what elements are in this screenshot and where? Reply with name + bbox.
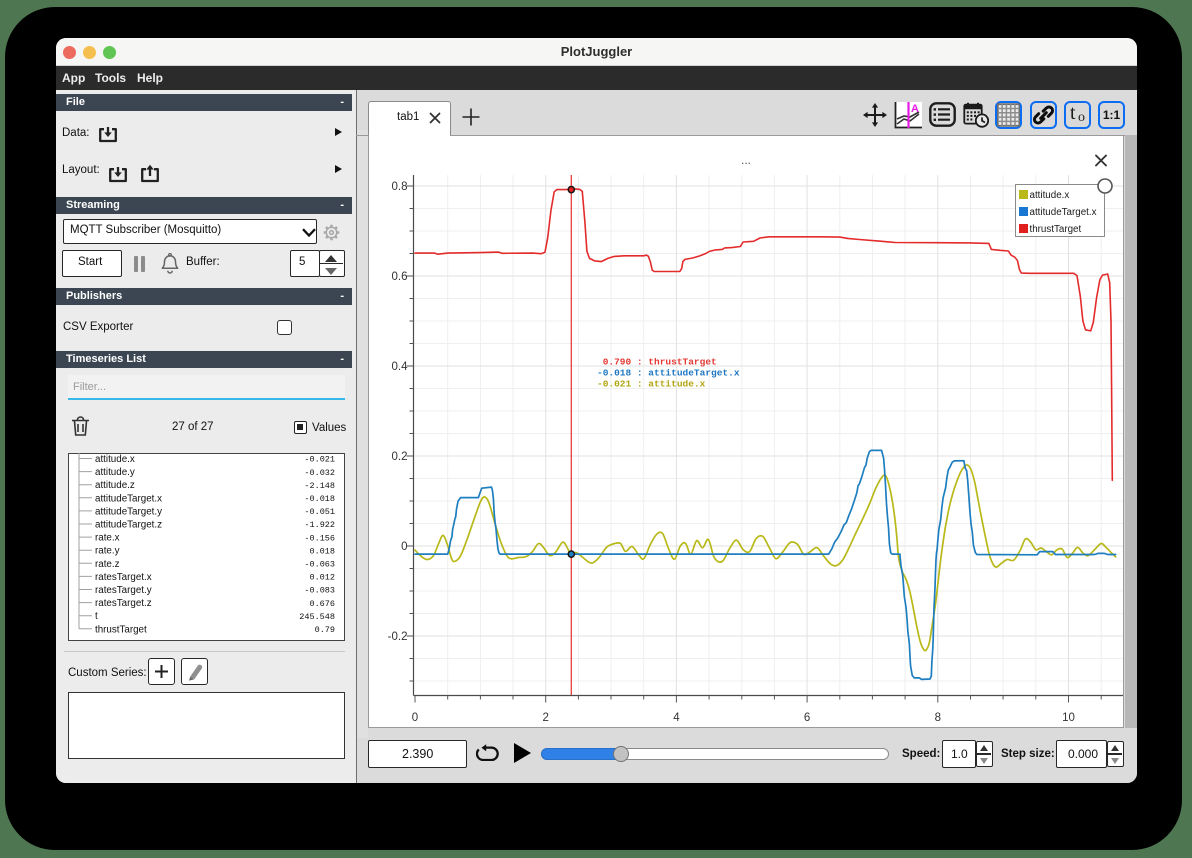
svg-text:0.6: 0.6 (392, 271, 408, 283)
svg-text:8: 8 (935, 712, 941, 724)
svg-text:-0.018: -0.018 (304, 494, 335, 504)
svg-text:A: A (911, 103, 919, 115)
svg-text:-0.156: -0.156 (304, 533, 335, 543)
svg-text:0.8: 0.8 (392, 181, 408, 193)
svg-text:-0.032: -0.032 (304, 468, 335, 478)
svg-text:-0.063: -0.063 (304, 560, 335, 570)
svg-text:attitude.z: attitude.z (95, 480, 135, 491)
svg-text:attitudeTarget.z: attitudeTarget.z (95, 520, 162, 531)
svg-text:ratesTarget.x: ratesTarget.x (95, 572, 152, 583)
svg-text:0: 0 (412, 712, 418, 724)
svg-text:10: 10 (1062, 712, 1075, 724)
svg-text:6: 6 (804, 712, 810, 724)
svg-text:ratesTarget.z: ratesTarget.z (95, 598, 152, 609)
svg-text:4: 4 (673, 712, 680, 724)
svg-text:0.676: 0.676 (309, 599, 335, 609)
svg-text:0.790 : thrustTarget: 0.790 : thrustTarget (597, 357, 717, 368)
svg-text:0.4: 0.4 (392, 361, 409, 373)
svg-text:-0.021 : attitude.x: -0.021 : attitude.x (597, 379, 706, 390)
svg-text:rate.z: rate.z (95, 559, 120, 570)
svg-text:-0.018 : attitudeTarget.x: -0.018 : attitudeTarget.x (597, 368, 740, 379)
svg-text:-0.051: -0.051 (304, 507, 335, 517)
svg-text:t: t (95, 611, 98, 622)
svg-text:rate.y: rate.y (95, 546, 120, 557)
svg-text:thrustTarget: thrustTarget (1030, 224, 1082, 235)
svg-text:attitudeTarget.x: attitudeTarget.x (1030, 207, 1097, 218)
svg-text:ratesTarget.y: ratesTarget.y (95, 585, 152, 596)
svg-text:-1.922: -1.922 (304, 520, 335, 530)
svg-text:-0.021: -0.021 (304, 455, 335, 465)
svg-text:0.012: 0.012 (309, 573, 335, 583)
svg-text:-0.083: -0.083 (304, 586, 335, 596)
svg-text:0: 0 (401, 541, 407, 553)
svg-text:0.018: 0.018 (309, 546, 335, 556)
svg-text:rate.x: rate.x (95, 533, 120, 544)
svg-text:attitude.x: attitude.x (95, 454, 135, 465)
svg-text:245.548: 245.548 (299, 612, 335, 622)
svg-text:attitude.x: attitude.x (1030, 190, 1070, 201)
svg-text:attitudeTarget.y: attitudeTarget.y (95, 506, 162, 517)
svg-text:2: 2 (542, 712, 548, 724)
svg-text:0.2: 0.2 (392, 451, 408, 463)
svg-text:attitude.y: attitude.y (95, 467, 135, 478)
svg-text:thrustTarget: thrustTarget (95, 624, 147, 635)
svg-text:attitudeTarget.x: attitudeTarget.x (95, 493, 162, 504)
svg-text:-2.148: -2.148 (304, 481, 335, 491)
svg-text:-0.2: -0.2 (388, 631, 408, 643)
svg-text:...: ... (741, 153, 751, 167)
svg-text:0.79: 0.79 (315, 625, 335, 635)
